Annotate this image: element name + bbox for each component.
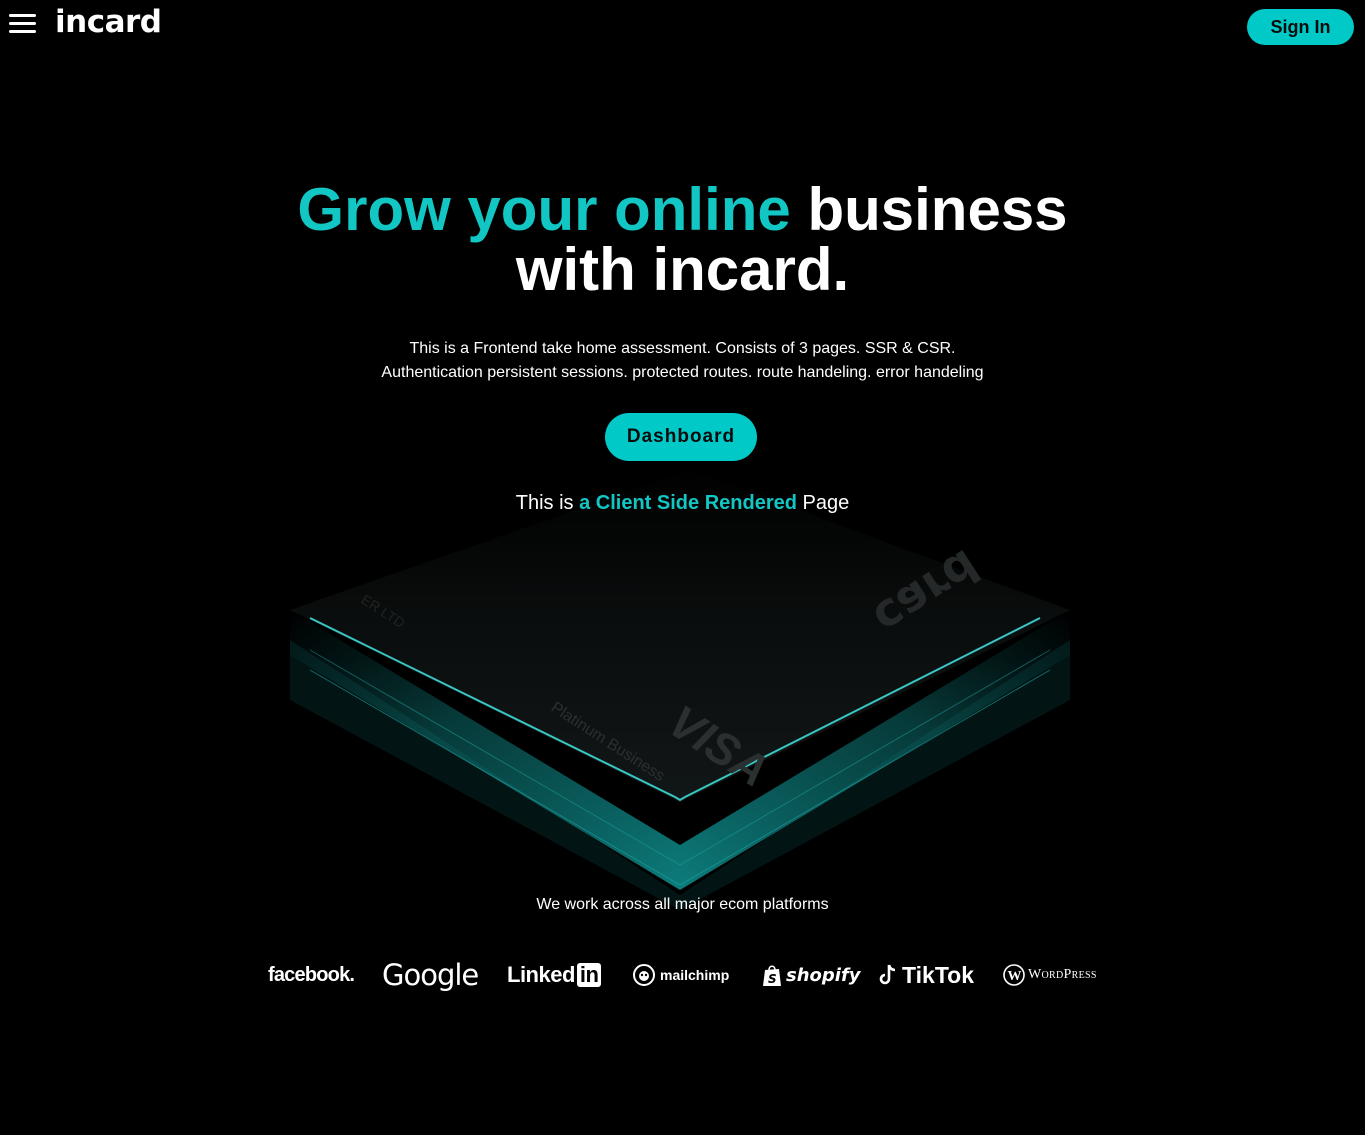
hamburger-menu-icon[interactable]: [9, 14, 37, 34]
hero-title: Grow your online business with incard.: [0, 180, 1365, 300]
platform-logos: facebook. Google Linked in mailchimp S s…: [260, 952, 1110, 998]
render-note-prefix: This is: [515, 492, 574, 514]
sign-in-button[interactable]: Sign In: [1247, 9, 1354, 45]
linkedin-in-box: in: [576, 963, 602, 987]
wordpress-logo: W WordPress: [1003, 952, 1097, 998]
menu-line: [9, 30, 36, 33]
platforms-label: We work across all major ecom platforms: [536, 896, 829, 913]
top-navbar: incard Sign In: [0, 0, 1365, 56]
wordpress-wordmark: WordPress: [1028, 967, 1097, 982]
menu-line: [9, 22, 36, 25]
subtitle-line-2: Authentication persistent sessions. prot…: [381, 364, 984, 381]
svg-text:W: W: [1008, 969, 1022, 984]
render-note-highlight: a Client Side Rendered: [579, 492, 797, 514]
menu-line: [9, 14, 36, 17]
facebook-logo: facebook.: [268, 952, 355, 998]
linkedin-wordmark: Linked: [507, 962, 575, 987]
render-mode-note: This is a Client Side Rendered Page: [0, 490, 1365, 516]
google-logo: Google: [382, 952, 479, 998]
tiktok-logo: TikTok: [878, 952, 974, 998]
shopify-logo: S shopify: [762, 952, 861, 998]
subtitle-line-1: This is a Frontend take home assessment.…: [409, 340, 956, 357]
wordpress-w-icon: W: [1003, 964, 1025, 986]
google-wordmark: Google: [382, 958, 479, 992]
hero-title-line2: with incard.: [515, 236, 850, 303]
facebook-wordmark: facebook.: [268, 963, 355, 986]
hero-title-accent: Grow your online: [297, 176, 791, 243]
mailchimp-wordmark: mailchimp: [660, 967, 730, 983]
dashboard-button[interactable]: Dashboard: [605, 413, 757, 461]
incard-logo[interactable]: incard: [55, 2, 162, 42]
svg-text:S: S: [768, 972, 777, 986]
shopify-wordmark: shopify: [786, 964, 861, 986]
linkedin-logo: Linked in: [507, 952, 602, 998]
mailchimp-logo: mailchimp: [632, 952, 729, 998]
render-note-suffix: Page: [802, 492, 850, 514]
hero-subtitle: This is a Frontend take home assessment.…: [0, 337, 1365, 385]
hero-title-rest: business: [807, 176, 1068, 243]
mailchimp-monkey-icon: [633, 964, 655, 986]
tiktok-wordmark: TikTok: [902, 961, 974, 988]
shopify-bag-icon: S: [763, 965, 781, 986]
tiktok-note-icon: [879, 964, 896, 985]
